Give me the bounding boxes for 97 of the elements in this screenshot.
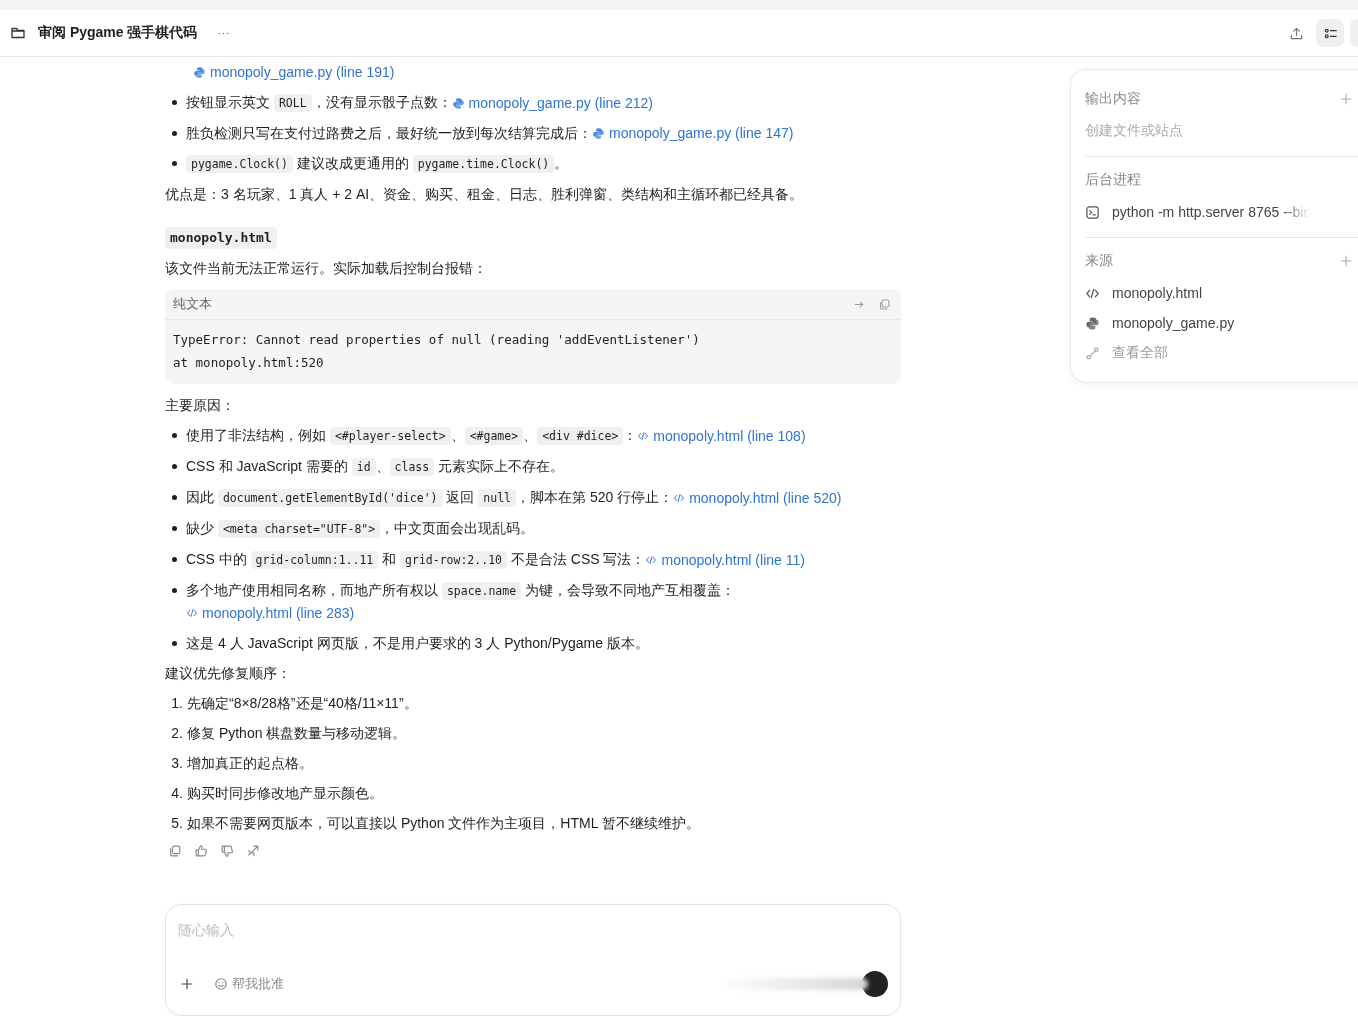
inline-code: id [351, 458, 376, 476]
inline-code: <#game> [464, 427, 524, 445]
send-button[interactable] [862, 971, 888, 997]
list-number: 4. [170, 784, 184, 803]
paragraph: 该文件当前无法正常运行。实际加载后控制台报错： [165, 259, 488, 278]
copy-icon [168, 844, 182, 858]
like-button[interactable] [194, 844, 208, 858]
inline-code: ROLL [273, 94, 312, 112]
list-item-text: 购买时同步修改地产显示颜色。 [187, 784, 383, 803]
terminal-icon [1085, 204, 1100, 220]
code-icon [673, 492, 686, 504]
inline-code: <div #dice> [537, 427, 624, 445]
bullet-icon [172, 495, 177, 500]
code-icon [637, 430, 650, 442]
inline-code: <meta charset="UTF-8"> [217, 520, 381, 538]
source-file[interactable]: monopoly.html [1112, 285, 1202, 301]
bullet-icon [172, 131, 177, 136]
plus-icon [1339, 92, 1353, 106]
create-link[interactable]: 创建文件或站点 [1085, 122, 1183, 140]
python-icon [1085, 315, 1100, 331]
code-line: TypeError: Cannot read properties of null (reading 'addEventListener') [173, 331, 701, 349]
file-link[interactable]: monopoly.html (line 520) [673, 487, 842, 509]
paragraph: 建议优先修复顺序： [165, 664, 292, 683]
upload-icon [1288, 25, 1304, 41]
inline-code: <#player-select> [329, 427, 451, 445]
code-language: 纯文本 [173, 295, 212, 313]
list-item-text: CSS 中的 grid-column:1..11 和 grid-row:2..10 不是合法 CSS 写法： monopoly.html (line 11) [186, 548, 805, 571]
list-number: 2. [170, 724, 184, 743]
code-icon [186, 607, 198, 619]
file-link[interactable]: monopoly_game.py (line 212) [451, 92, 654, 114]
list-number: 1. [170, 694, 184, 713]
folder-icon[interactable] [10, 25, 26, 41]
dislike-button[interactable] [220, 844, 234, 858]
bullet-icon [172, 588, 177, 593]
inline-code: document.getElementById('dice') [217, 489, 443, 507]
bullet-icon [172, 100, 177, 105]
bullet-icon [172, 161, 177, 166]
bullet-icon [172, 526, 177, 531]
bullet-icon [172, 641, 177, 646]
thumbs-up-icon [194, 844, 208, 858]
section-heading: monopoly.html [165, 227, 277, 249]
inline-code: class [389, 458, 435, 476]
python-icon [193, 65, 206, 79]
list-item-text: 缺少 <meta charset="UTF-8"> ，中文页面会出现乱码。 [186, 519, 535, 540]
copy-button[interactable] [878, 297, 891, 311]
share-button[interactable] [246, 844, 260, 858]
list-item-text: 修复 Python 棋盘数量与移动逻辑。 [187, 724, 407, 743]
inline-code: space.name [441, 582, 522, 600]
plus-icon [180, 977, 194, 991]
list-item-text: 先确定“8×8/28格”还是“40格/11×11”。 [187, 694, 418, 713]
section-title: 来源 [1085, 252, 1114, 270]
bullet-icon [172, 433, 177, 438]
list-item-text: 如果不需要网页版本，可以直接以 Python 文件作为主项目，HTML 暂不继续维护。 [187, 814, 700, 833]
file-link[interactable]: monopoly_game.py (line 191) [193, 61, 395, 83]
list-item-text: 按钮显示英文 ROLL ，没有显示骰子点数： monopoly_game.py (line 212) [186, 91, 654, 114]
inline-code: pygame.Clock() [186, 155, 293, 173]
thumbs-down-icon [220, 844, 234, 858]
panel-toggle-button[interactable] [1316, 19, 1344, 47]
conversation-title: 审阅 Pygame 强手棋代码 [38, 24, 198, 42]
plus-icon [1339, 254, 1353, 268]
list-item-text: 胜负检测只写在支付过路费之后，最好统一放到每次结算完成后： monopoly_game.py (line 147) [186, 122, 794, 144]
file-link[interactable]: monopoly_game.py (line 147) [592, 122, 794, 144]
inline-code: null [478, 489, 516, 507]
bullet-icon [172, 557, 177, 562]
list-item-text: CSS 和 JavaScript 需要的 id 、 class 元素实际上不存在。 [186, 457, 565, 478]
code-icon [645, 554, 658, 566]
copy-button[interactable] [168, 844, 182, 858]
list-item-text: 因此 document.getElementById('dice') 返回 null ，脚本在第 520 行停止： monopoly.html (line 520) [186, 486, 842, 509]
list-item-text: 增加真正的起点格。 [187, 754, 313, 773]
python-icon [592, 126, 605, 140]
inline-code: grid-column:1..11 [250, 551, 379, 569]
copy-icon [878, 297, 891, 311]
list-number: 3. [170, 754, 184, 773]
paragraph: 主要原因： [165, 396, 236, 415]
file-link[interactable]: monopoly.html (line 11) [645, 549, 805, 571]
inline-code: pygame.time.Clock() [412, 155, 555, 173]
file-link[interactable]: monopoly.html (line 108) [637, 425, 806, 447]
code-line: at monopoly.html:520 [173, 354, 325, 372]
link-icon [1085, 345, 1100, 361]
file-link[interactable]: monopoly.html (line 283) [186, 602, 355, 624]
approve-button[interactable]: 帮我批准 [214, 975, 284, 993]
smiley-icon [214, 977, 228, 991]
list-item-text: 使用了非法结构，例如 <#player-select> 、 <#game> 、 <div #dice> ： monopoly.html (line 108) [186, 424, 806, 447]
list-number: 5. [170, 814, 184, 833]
python-icon [451, 96, 465, 110]
section-title: 输出内容 [1085, 90, 1142, 108]
view-all-link[interactable]: 查看全部 [1112, 344, 1168, 362]
paragraph: 优点是：3 名玩家、1 真人 + 2 AI、资金、购买、租金、日志、胜利弹窗、类结构和主循环都已经具备。 [165, 185, 805, 204]
inline-code: grid-row:2..10 [400, 551, 507, 569]
bullet-icon [172, 464, 177, 469]
list-item-text: 这是 4 人 JavaScript 网页版，不是用户要求的 3 人 Python/Pygame 版本。 [186, 634, 649, 653]
source-file[interactable]: monopoly_game.py [1112, 315, 1235, 331]
list-item-text: pygame.Clock() 建议改成更通用的 pygame.time.Clock() 。 [186, 152, 569, 175]
list-item-text: 多个地产使用相同名称，而地产所有权以 space.name 为键，会导致不同地产互相覆盖： monopoly.html (line 283) [186, 579, 901, 624]
share-icon [246, 844, 260, 858]
message-input[interactable]: 随心输入 [178, 919, 888, 941]
section-title: 后台进程 [1085, 171, 1142, 189]
